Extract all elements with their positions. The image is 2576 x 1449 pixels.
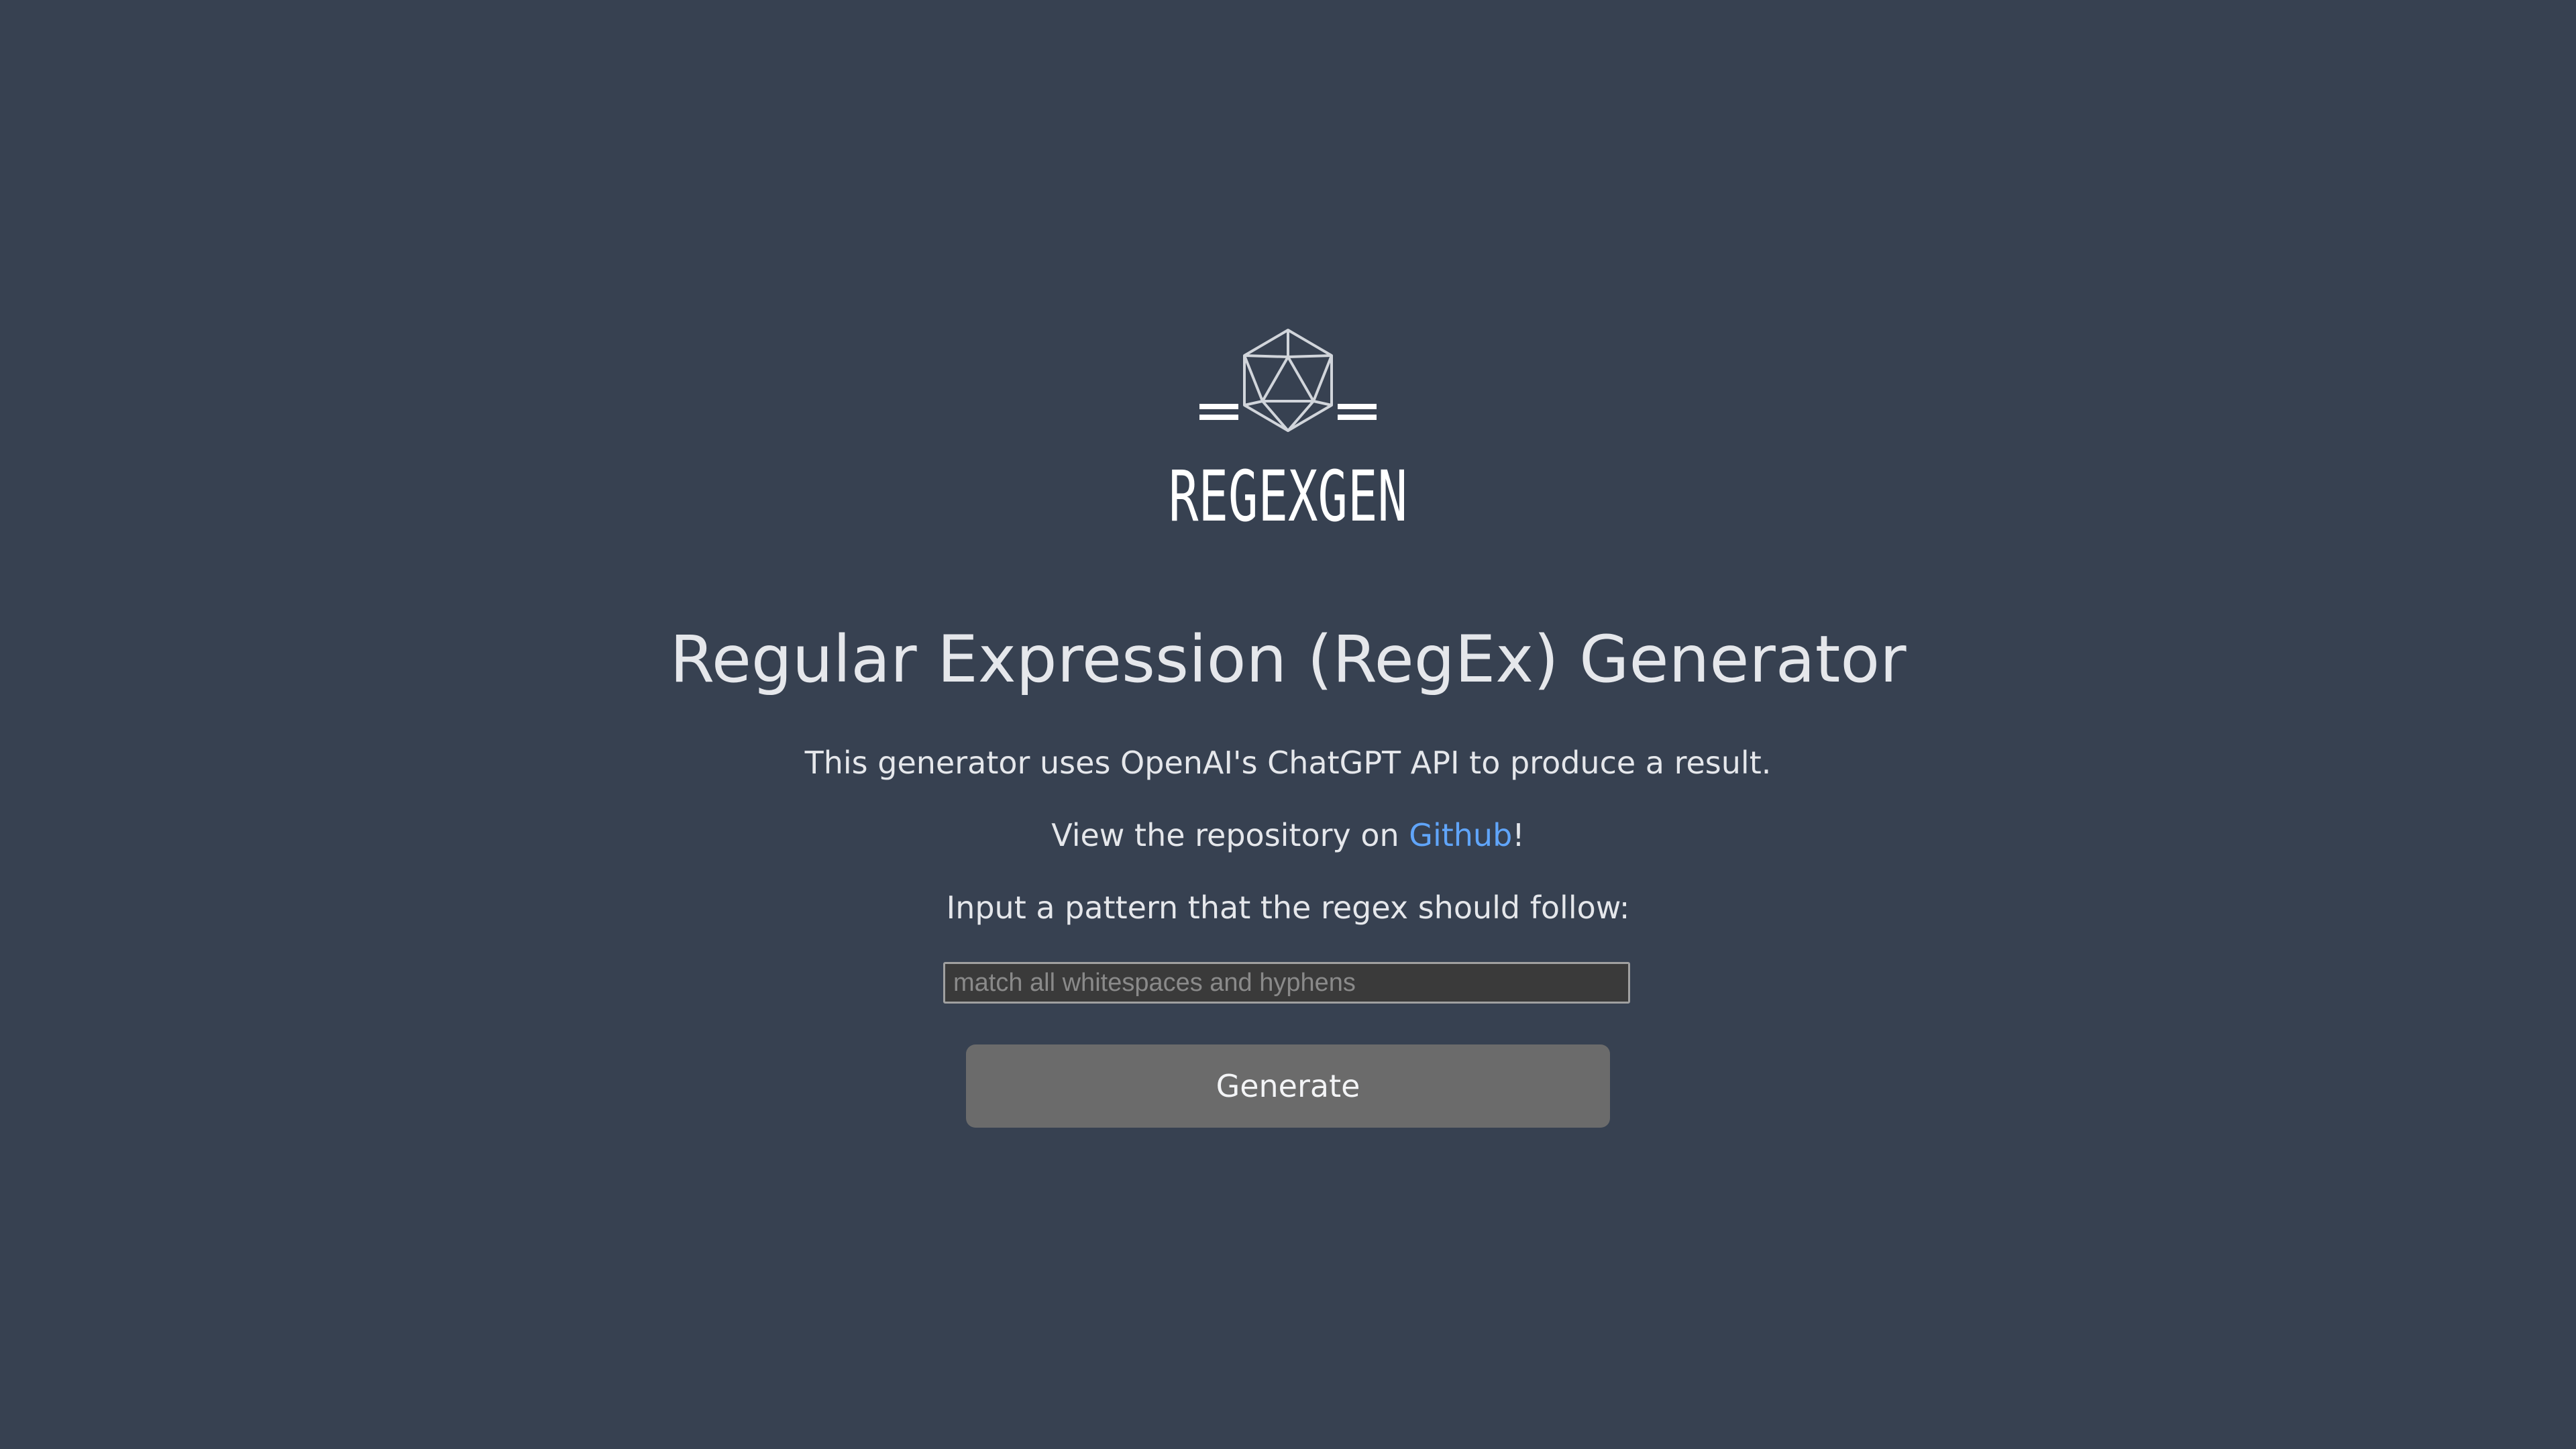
page-title: Regular Expression (RegEx) Generator bbox=[669, 622, 1907, 697]
input-prompt-label: Input a pattern that the regex should fo… bbox=[946, 890, 1630, 926]
pattern-input[interactable] bbox=[943, 962, 1630, 1004]
logo-wordmark: REGEXGEN bbox=[1169, 455, 1407, 534]
repository-prefix: View the repository on bbox=[1051, 817, 1409, 853]
icosahedron-icon: REGEXGEN bbox=[1169, 329, 1407, 534]
description-text: This generator uses OpenAI's ChatGPT API… bbox=[804, 745, 1772, 781]
repository-line: View the repository on Github! bbox=[0, 814, 2576, 857]
generate-button[interactable]: Generate bbox=[966, 1044, 1610, 1128]
github-link[interactable]: Github bbox=[1409, 817, 1512, 853]
repository-suffix: ! bbox=[1512, 817, 1525, 853]
regexgen-logo: REGEXGEN bbox=[1161, 326, 1415, 534]
